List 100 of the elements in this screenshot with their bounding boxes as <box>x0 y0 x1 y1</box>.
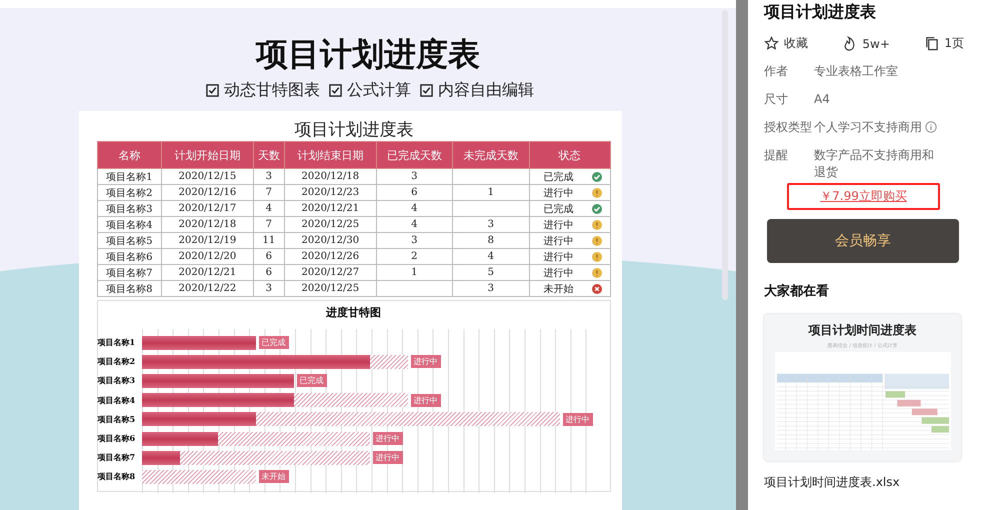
task-label: 项目名称1 <box>98 337 136 348</box>
document-title: 项目计划进度表 <box>764 2 877 22</box>
table-cell: 5 <box>452 264 529 280</box>
stat-text: 1页 <box>944 35 964 52</box>
status-text: 进行中 <box>544 218 574 232</box>
column-header: 未完成天数 <box>452 142 529 168</box>
column-header: 计划开始日期 <box>162 142 254 168</box>
table-cell: 2 <box>376 248 452 264</box>
table-cell: 2020/12/26 <box>284 248 376 264</box>
gantt-title: 进度甘特图 <box>324 305 382 321</box>
meta-value: 数字产品不支持商用和退货 <box>814 147 935 181</box>
table-cell: 6 <box>376 184 452 200</box>
table-cell: 2020/12/15 <box>162 168 254 184</box>
task-label: 项目名称2 <box>98 356 136 368</box>
table-cell: 7 <box>253 184 285 200</box>
table-cell: 4 <box>376 200 452 216</box>
task-label: 项目名称6 <box>98 433 136 444</box>
table-cell: 2020/12/23 <box>284 184 376 200</box>
column-header: 已完成天数 <box>376 142 452 168</box>
meta-label: 尺寸 <box>764 91 789 108</box>
table-cell: 项目名称5 <box>97 232 162 248</box>
section-heading: 大家都在看 <box>764 282 830 300</box>
status-text: 已完成 <box>544 170 574 184</box>
table-cell: 项目名称8 <box>97 280 162 296</box>
meta-label: 提醒 <box>764 147 789 164</box>
column-header: 计划结束日期 <box>284 142 376 168</box>
checkbox-icon <box>329 84 342 97</box>
completed-bar <box>142 450 180 465</box>
table-cell: 2020/12/27 <box>284 264 376 280</box>
task-label: 项目名称8 <box>98 471 136 482</box>
table-cell: 2020/12/18 <box>162 216 254 232</box>
table-cell: 7 <box>253 216 285 232</box>
status-tag: 进行中 <box>410 394 440 407</box>
table-cell: 3 <box>376 168 452 184</box>
table-cell: 项目名称6 <box>97 248 162 264</box>
table-cell: 11 <box>253 232 285 248</box>
task-label: 项目名称4 <box>98 394 136 406</box>
task-label: 项目名称3 <box>98 375 136 386</box>
column-header: 名称 <box>97 142 162 168</box>
table-cell: 项目名称4 <box>97 216 162 232</box>
table-cell: 2020/12/22 <box>162 280 254 296</box>
table-cell: 2020/12/25 <box>284 216 376 232</box>
status-text: 进行中 <box>544 186 574 200</box>
stat-text: 5w+ <box>862 36 890 50</box>
table-cell: 1 <box>376 264 452 280</box>
meta-value: 个人学习不支持商用 <box>814 119 922 136</box>
table-cell: 3 <box>452 216 529 232</box>
status-tag: 进行中 <box>372 432 402 446</box>
status-tag: 进行中 <box>410 355 440 368</box>
table-cell: 6 <box>253 264 285 280</box>
table-cell: 2020/12/17 <box>162 200 254 216</box>
star-icon[interactable] <box>764 36 779 51</box>
status-tag: 未开始 <box>258 470 288 484</box>
meta-value: A4 <box>814 91 830 108</box>
feature-label: 公式计算 <box>347 80 411 101</box>
sheet-title: 项目计划进度表 <box>294 119 414 141</box>
table-cell: 3 <box>376 232 452 248</box>
table-cell: 3 <box>253 168 285 184</box>
status-tag: 进行中 <box>372 451 402 464</box>
column-header: 状态 <box>529 142 610 168</box>
file-name-link[interactable]: 项目计划时间进度表.xlsx <box>764 474 964 491</box>
table-cell: 2020/12/19 <box>162 232 254 248</box>
member-button[interactable]: 会员畅享 <box>767 219 959 263</box>
status-text: 进行中 <box>544 250 574 264</box>
checkbox-icon <box>206 84 219 97</box>
table-cell: 8 <box>452 232 529 248</box>
table-cell: 2020/12/21 <box>162 264 254 280</box>
remaining-bar <box>370 354 408 369</box>
feature-label: 内容自由编辑 <box>438 80 534 101</box>
table-cell: 项目名称3 <box>97 200 162 216</box>
checkbox-icon <box>420 84 433 97</box>
scrollbar[interactable] <box>722 10 728 300</box>
meta-label: 授权类型 <box>764 119 813 136</box>
table-cell: 项目名称2 <box>97 184 162 200</box>
table-cell: 2020/12/21 <box>284 200 376 216</box>
info-icon[interactable] <box>925 121 937 133</box>
pages-icon <box>924 36 940 51</box>
flame-icon <box>842 36 858 51</box>
status-tag: 进行中 <box>562 412 592 426</box>
preview-title: 项目计划进度表 <box>256 34 480 74</box>
table-cell: 2020/12/30 <box>284 232 376 248</box>
meta-label: 作者 <box>764 63 789 80</box>
table-cell: 项目名称1 <box>97 168 162 184</box>
table-cell: 1 <box>452 184 529 200</box>
table-cell: 4 <box>376 216 452 232</box>
stat-text: 收藏 <box>784 35 808 52</box>
table-cell: 项目名称7 <box>97 264 162 280</box>
status-tag: 已完成 <box>296 374 326 388</box>
table-cell: 2020/12/16 <box>162 184 254 200</box>
table-cell: 4 <box>452 248 529 264</box>
table-cell: 2020/12/20 <box>162 248 254 264</box>
status-text: 已完成 <box>544 202 574 216</box>
column-header: 天数 <box>253 142 285 168</box>
table-cell: 2020/12/25 <box>284 280 376 296</box>
status-text: 进行中 <box>544 266 574 280</box>
meta-value: 专业表格工作室 <box>814 63 898 80</box>
table-cell: 3 <box>253 280 285 296</box>
status-text: 未开始 <box>544 282 574 296</box>
task-label: 项目名称7 <box>98 452 136 464</box>
table-cell: 2020/12/18 <box>284 168 376 184</box>
